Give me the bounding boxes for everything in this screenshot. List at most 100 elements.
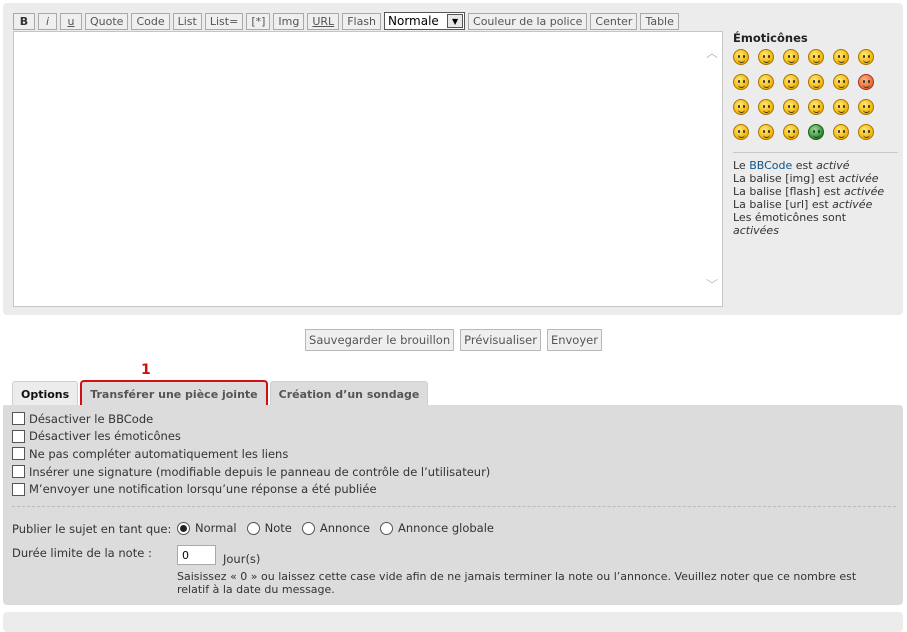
bbcode-link[interactable]: BBCode bbox=[749, 159, 792, 172]
tongue-smiley-icon[interactable] bbox=[783, 74, 799, 90]
underline-button[interactable]: u bbox=[60, 12, 82, 30]
green-smiley-icon[interactable] bbox=[808, 124, 824, 140]
topic-type-radios: Normal Note Annonce Annonce globale bbox=[177, 521, 500, 535]
checkbox[interactable] bbox=[12, 429, 25, 443]
bold-button[interactable]: B bbox=[13, 12, 35, 30]
radio-label: Note bbox=[264, 521, 292, 535]
ordered-list-button[interactable]: List= bbox=[204, 12, 244, 30]
bbcode-status: Le BBCode est activé La balise [img] est… bbox=[733, 152, 898, 237]
radio-label: Annonce globale bbox=[398, 521, 494, 535]
tab-attachments[interactable]: Transférer une pièce jointe bbox=[80, 380, 268, 407]
option-checkboxes: Désactiver le BBCode Désactiver les émot… bbox=[12, 410, 490, 498]
option-notify-reply[interactable]: M’envoyer une notification lorsqu’une ré… bbox=[12, 480, 490, 498]
checkbox[interactable] bbox=[12, 465, 25, 479]
geek-smiley-icon[interactable] bbox=[833, 124, 849, 140]
bbcode-status-text: est bbox=[792, 159, 817, 172]
annotation-number: 1 bbox=[141, 362, 151, 378]
idea-smiley-icon[interactable] bbox=[733, 124, 749, 140]
tab-options[interactable]: Options bbox=[12, 381, 79, 406]
bottom-panel bbox=[3, 612, 903, 632]
radio-announce[interactable] bbox=[301, 521, 315, 535]
message-textarea[interactable]: ︿ ﹀ bbox=[13, 31, 723, 307]
eek-smiley-icon[interactable] bbox=[808, 49, 824, 65]
bbcode-state: activé bbox=[816, 159, 850, 172]
duration-input[interactable]: 0 bbox=[177, 545, 216, 565]
url-button[interactable]: URL bbox=[307, 12, 340, 30]
smilies-title: Émoticônes bbox=[733, 31, 808, 45]
ugeek-smiley-icon[interactable] bbox=[858, 124, 874, 140]
checkbox[interactable] bbox=[12, 447, 25, 461]
mrgreen-smiley-icon[interactable] bbox=[833, 74, 849, 90]
radio-label: Normal bbox=[195, 521, 237, 535]
divider bbox=[12, 506, 896, 507]
font-size-value: Normale bbox=[388, 14, 439, 28]
cool-smiley-icon[interactable] bbox=[758, 74, 774, 90]
format-toolbar: B i u Quote Code List List= [*] Img URL … bbox=[13, 11, 679, 31]
radio-label: Annonce bbox=[319, 521, 371, 535]
option-attach-signature[interactable]: Insérer une signature (modifiable depuis… bbox=[12, 463, 490, 481]
img-button[interactable]: Img bbox=[273, 12, 305, 30]
preview-button[interactable]: Prévisualiser bbox=[460, 329, 541, 351]
option-disable-smilies[interactable]: Désactiver les émoticônes bbox=[12, 428, 490, 446]
bbcode-status-text: Le bbox=[733, 159, 750, 172]
razz-smiley-icon[interactable] bbox=[858, 74, 874, 90]
url-state: activée bbox=[832, 198, 873, 211]
wink-smiley-icon[interactable] bbox=[783, 49, 799, 65]
smiley-grid bbox=[733, 49, 898, 140]
font-size-select[interactable]: Normale ▼ bbox=[384, 12, 466, 30]
chevron-down-icon[interactable]: ▼ bbox=[447, 14, 464, 28]
checkbox-label: Désactiver le BBCode bbox=[29, 411, 154, 426]
option-disable-magic-url[interactable]: Ne pas compléter automatiquement les lie… bbox=[12, 445, 490, 463]
save-draft-button[interactable]: Sauvegarder le brouillon bbox=[305, 329, 455, 351]
scroll-up-icon[interactable]: ︿ bbox=[706, 47, 718, 59]
flash-button[interactable]: Flash bbox=[342, 12, 382, 30]
question-smiley-icon[interactable] bbox=[858, 99, 874, 115]
list-button[interactable]: List bbox=[172, 12, 202, 30]
send-button[interactable]: Envoyer bbox=[546, 329, 602, 351]
radio-sticky[interactable] bbox=[246, 521, 260, 535]
quote-button[interactable]: Quote bbox=[85, 12, 129, 30]
checkbox-label: Désactiver les émoticônes bbox=[29, 429, 181, 444]
option-disable-bbcode[interactable]: Désactiver le BBCode bbox=[12, 410, 490, 428]
exclaim-smiley-icon[interactable] bbox=[833, 99, 849, 115]
radio-normal[interactable] bbox=[177, 521, 190, 535]
laughing-smiley-icon[interactable] bbox=[733, 49, 749, 65]
radio-global[interactable] bbox=[380, 521, 394, 535]
center-button[interactable]: Center bbox=[590, 12, 638, 30]
smilies-state: activées bbox=[733, 224, 779, 237]
flash-status-text: La balise [flash] est bbox=[733, 185, 844, 198]
topic-type-label: Publier le sujet en tant que: bbox=[12, 522, 172, 536]
surprised-smiley-icon[interactable] bbox=[833, 49, 849, 65]
checkbox-label: Insérer une signature (modifiable depuis… bbox=[29, 464, 491, 479]
checkbox[interactable] bbox=[12, 412, 25, 426]
checkbox[interactable] bbox=[12, 482, 25, 496]
checkbox-label: M’envoyer une notification lorsqu’une ré… bbox=[29, 482, 377, 497]
arrow-smiley-icon[interactable] bbox=[758, 124, 774, 140]
options-tabs: Options Transférer une pièce jointe Créa… bbox=[12, 380, 429, 407]
sad-smiley-icon[interactable] bbox=[808, 99, 824, 115]
smilies-status-text: Les émoticônes sont bbox=[733, 211, 847, 224]
twisted-smiley-icon[interactable] bbox=[783, 99, 799, 115]
shocked-smiley-icon[interactable] bbox=[858, 49, 874, 65]
smilies-panel: Émoticônes Le BBCode est activé La balis… bbox=[733, 31, 898, 237]
img-status-text: La balise [img] est bbox=[733, 172, 839, 185]
submit-buttons: Sauvegarder le brouillon Prévisualiser E… bbox=[0, 329, 907, 351]
code-button[interactable]: Code bbox=[131, 12, 170, 30]
mad-smiley-icon[interactable] bbox=[783, 124, 799, 140]
duration-unit: Jour(s) bbox=[223, 552, 261, 566]
italic-button[interactable]: i bbox=[38, 12, 57, 30]
tab-poll[interactable]: Création d’un sondage bbox=[269, 381, 429, 406]
url-status-text: La balise [url] est bbox=[733, 198, 833, 211]
list-item-button[interactable]: [*] bbox=[246, 12, 271, 30]
font-color-button[interactable]: Couleur de la police bbox=[468, 12, 588, 30]
confused-smiley-icon[interactable] bbox=[733, 74, 749, 90]
grin-smiley-icon[interactable] bbox=[758, 49, 774, 65]
duration-help-text: Saisissez « 0 » ou laissez cette case vi… bbox=[177, 570, 857, 596]
editor-panel: B i u Quote Code List List= [*] Img URL … bbox=[3, 3, 903, 315]
evil-smiley-icon[interactable] bbox=[758, 99, 774, 115]
scroll-down-icon[interactable]: ﹀ bbox=[706, 279, 718, 291]
flash-state: activée bbox=[843, 185, 885, 198]
rolleyes-smiley-icon[interactable] bbox=[733, 99, 749, 115]
neutral-smiley-icon[interactable] bbox=[808, 74, 824, 90]
table-button[interactable]: Table bbox=[640, 12, 679, 30]
